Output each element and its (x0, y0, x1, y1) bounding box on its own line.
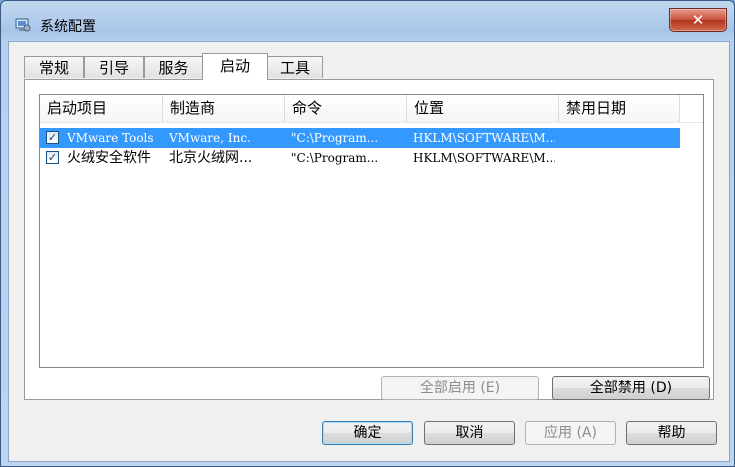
cell-disabled-date (565, 148, 675, 168)
system-config-window: 系统配置 ✕ 常规 引导 服务 启动 工具 启动项目 制造商 命令 位置 禁用日… (0, 0, 735, 467)
cell-location: HKLM\SOFTWARE\M... (413, 151, 555, 165)
apply-button[interactable]: 应用 (A) (525, 421, 616, 445)
tab-services[interactable]: 服务 (144, 56, 203, 78)
cell-location: HKLM\SOFTWARE\M... (413, 131, 555, 145)
column-header-command[interactable]: 命令 (285, 95, 407, 122)
system-config-icon (15, 18, 31, 32)
list-header: 启动项目 制造商 命令 位置 禁用日期 (40, 95, 703, 123)
ok-button[interactable]: 确定 (322, 421, 413, 445)
tab-startup[interactable]: 启动 (202, 53, 268, 80)
cancel-button[interactable]: 取消 (424, 421, 515, 445)
column-header-location[interactable]: 位置 (407, 95, 559, 122)
column-header-manufacturer[interactable]: 制造商 (163, 95, 285, 122)
title-bar[interactable]: 系统配置 ✕ (1, 1, 734, 41)
cell-manufacturer: 北京火绒网... (169, 150, 253, 166)
tab-general[interactable]: 常规 (24, 56, 84, 78)
disable-all-button[interactable]: 全部禁用 (D) (552, 376, 710, 400)
cell-disabled-date (565, 128, 675, 148)
startup-list[interactable]: 启动项目 制造商 命令 位置 禁用日期 ✓ VMware Tools VMwar… (39, 94, 704, 368)
tab-tools[interactable]: 工具 (267, 56, 323, 78)
table-row[interactable]: ✓ 火绒安全软件 北京火绒网... "C:\Program... HKLM\SO… (40, 148, 680, 168)
dialog-client-area: 常规 引导 服务 启动 工具 启动项目 制造商 命令 位置 禁用日期 ✓ VMw… (8, 41, 730, 462)
window-title: 系统配置 (40, 19, 96, 35)
tab-boot[interactable]: 引导 (84, 56, 144, 78)
startup-checkbox[interactable]: ✓ (46, 151, 59, 164)
startup-tab-panel: 启动项目 制造商 命令 位置 禁用日期 ✓ VMware Tools VMwar… (24, 79, 714, 400)
column-header-disabled-date[interactable]: 禁用日期 (559, 95, 680, 122)
cell-manufacturer: VMware, Inc. (169, 131, 251, 145)
cell-command: "C:\Program... (291, 131, 379, 145)
close-button[interactable]: ✕ (669, 8, 727, 32)
cell-item: 火绒安全软件 (67, 150, 151, 166)
table-row[interactable]: ✓ VMware Tools VMware, Inc. "C:\Program.… (40, 128, 680, 148)
close-icon: ✕ (691, 11, 705, 29)
column-header-item[interactable]: 启动项目 (40, 95, 163, 122)
help-button[interactable]: 帮助 (626, 421, 717, 445)
enable-all-button[interactable]: 全部启用 (E) (381, 376, 539, 400)
startup-checkbox[interactable]: ✓ (46, 131, 59, 144)
cell-item: VMware Tools (67, 131, 154, 145)
cell-command: "C:\Program... (291, 151, 379, 165)
